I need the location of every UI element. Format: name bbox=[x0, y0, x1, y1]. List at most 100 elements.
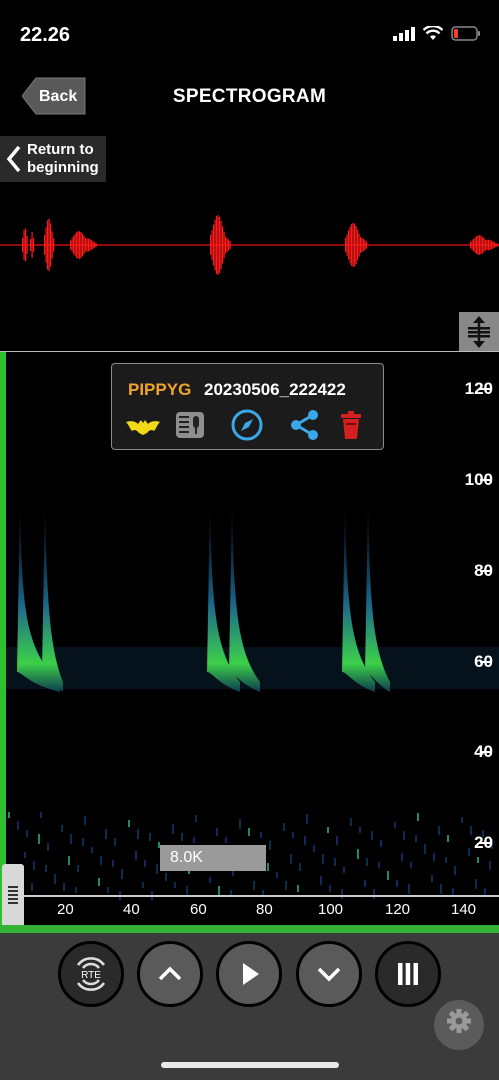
spectrogram-noise bbox=[68, 856, 70, 865]
waveform-sample bbox=[354, 223, 356, 267]
y-tick-mark bbox=[480, 842, 490, 844]
spectrogram-noise bbox=[91, 847, 93, 853]
waveform-sample bbox=[222, 226, 224, 264]
grip-icon bbox=[8, 886, 18, 904]
spectrogram-noise bbox=[440, 884, 442, 894]
waveform-sample bbox=[479, 235, 481, 255]
return-label-line2: beginning bbox=[27, 159, 99, 176]
spectrogram-noise bbox=[410, 862, 412, 868]
spectrogram-noise bbox=[304, 836, 306, 845]
spectrogram-noise bbox=[267, 863, 269, 871]
waveform-sample bbox=[45, 227, 47, 263]
waveform-sample bbox=[211, 230, 213, 260]
waveform-sample bbox=[88, 238, 90, 252]
spectrogram-noise bbox=[364, 880, 366, 887]
spectrogram-noise bbox=[373, 889, 375, 899]
spectrogram-noise bbox=[156, 864, 158, 874]
y-tick-mark bbox=[480, 661, 490, 663]
spectrogram-noise bbox=[82, 838, 84, 846]
spectrogram-noise bbox=[216, 828, 218, 836]
recording-info-popup: PIPPYG 20230506_222422 bbox=[111, 363, 384, 450]
wifi-icon bbox=[423, 26, 443, 40]
scroll-up-button[interactable] bbox=[137, 941, 203, 1007]
resize-handle-button[interactable] bbox=[459, 312, 499, 352]
waveform-sample bbox=[360, 237, 362, 253]
waveform-sample bbox=[473, 238, 475, 252]
waveform-sample bbox=[214, 219, 216, 271]
spectrogram-noise bbox=[306, 814, 308, 824]
chevron-down-icon bbox=[317, 967, 341, 982]
spectrogram-noise bbox=[239, 819, 241, 829]
spectrogram-noise bbox=[253, 881, 255, 890]
spectrogram-noise bbox=[31, 883, 33, 891]
spectrogram-noise bbox=[61, 825, 63, 832]
waveform-sample bbox=[80, 232, 82, 258]
return-to-beginning-button[interactable]: Return to beginning bbox=[0, 136, 106, 182]
y-tick-mark bbox=[480, 388, 490, 390]
spectrogram-noise bbox=[70, 834, 72, 844]
chevron-left-icon bbox=[6, 145, 21, 173]
return-label-line1: Return to bbox=[27, 141, 94, 158]
scroll-down-button[interactable] bbox=[296, 941, 362, 1007]
chevron-up-icon bbox=[158, 966, 182, 981]
waveform-sample bbox=[83, 235, 85, 255]
waveform-sample bbox=[79, 231, 81, 259]
location-button[interactable] bbox=[228, 408, 266, 442]
waveform-sample bbox=[44, 235, 46, 255]
battery-icon bbox=[451, 26, 480, 41]
spectrogram-noise bbox=[218, 886, 220, 895]
waveform[interactable] bbox=[0, 210, 499, 280]
x-tick-label: 120 bbox=[385, 901, 411, 918]
spectrogram-noise bbox=[433, 853, 435, 861]
voice-note-button[interactable] bbox=[172, 408, 210, 442]
waveform-sample bbox=[345, 237, 347, 253]
spectrogram-noise bbox=[107, 887, 109, 893]
bat-species-button[interactable] bbox=[124, 408, 162, 442]
side-drawer-handle[interactable] bbox=[2, 864, 24, 928]
rte-icon: RTE bbox=[76, 957, 106, 991]
waveform-sample bbox=[210, 235, 212, 255]
rte-button[interactable]: RTE bbox=[58, 941, 124, 1007]
waveform-sample bbox=[346, 234, 348, 256]
spectrogram-noise bbox=[489, 861, 491, 870]
spectrogram-noise bbox=[193, 837, 195, 843]
play-button[interactable] bbox=[216, 941, 282, 1007]
waveform-sample bbox=[85, 238, 87, 252]
spectrogram-noise bbox=[17, 821, 19, 830]
share-button[interactable] bbox=[286, 408, 324, 442]
settings-button[interactable] bbox=[434, 1000, 484, 1050]
spectrogram-noise bbox=[285, 881, 287, 890]
spectrogram-noise bbox=[371, 831, 373, 840]
timeline-bar bbox=[0, 925, 499, 933]
spectrogram-noise bbox=[327, 827, 329, 833]
spectrogram-noise bbox=[174, 882, 176, 888]
spectrogram-noise bbox=[329, 885, 331, 892]
spectrogram-noise bbox=[63, 883, 65, 891]
waveform-sample bbox=[477, 235, 479, 255]
spectrogram-noise bbox=[24, 852, 26, 858]
page-title: SPECTROGRAM bbox=[172, 86, 327, 107]
gear-icon bbox=[447, 1009, 471, 1033]
spectrogram-noise bbox=[276, 872, 278, 878]
x-tick-label: 140 bbox=[451, 901, 477, 918]
spectrogram-noise bbox=[357, 849, 359, 859]
spectrogram-noise bbox=[128, 820, 130, 827]
spectrogram-noise bbox=[359, 827, 361, 833]
waveform-sample bbox=[86, 238, 88, 252]
spectrogram-noise bbox=[77, 865, 79, 872]
waveform-sample bbox=[349, 226, 351, 264]
spectrogram-noise bbox=[269, 841, 271, 850]
waveform-sample bbox=[77, 231, 79, 259]
waveform-sample bbox=[226, 238, 228, 252]
menu-button[interactable] bbox=[375, 941, 441, 1007]
waveform-sample bbox=[363, 238, 365, 252]
spectrogram-noise bbox=[8, 812, 10, 818]
waveform-sample bbox=[471, 240, 473, 250]
home-indicator[interactable] bbox=[161, 1062, 339, 1068]
x-tick-label: 20 bbox=[57, 901, 74, 918]
vertical-resize-icon bbox=[468, 316, 490, 348]
delete-button[interactable] bbox=[332, 408, 370, 442]
waveform-sample bbox=[223, 231, 225, 259]
spectrogram-noise bbox=[394, 822, 396, 828]
spectrogram-noise bbox=[172, 824, 174, 834]
